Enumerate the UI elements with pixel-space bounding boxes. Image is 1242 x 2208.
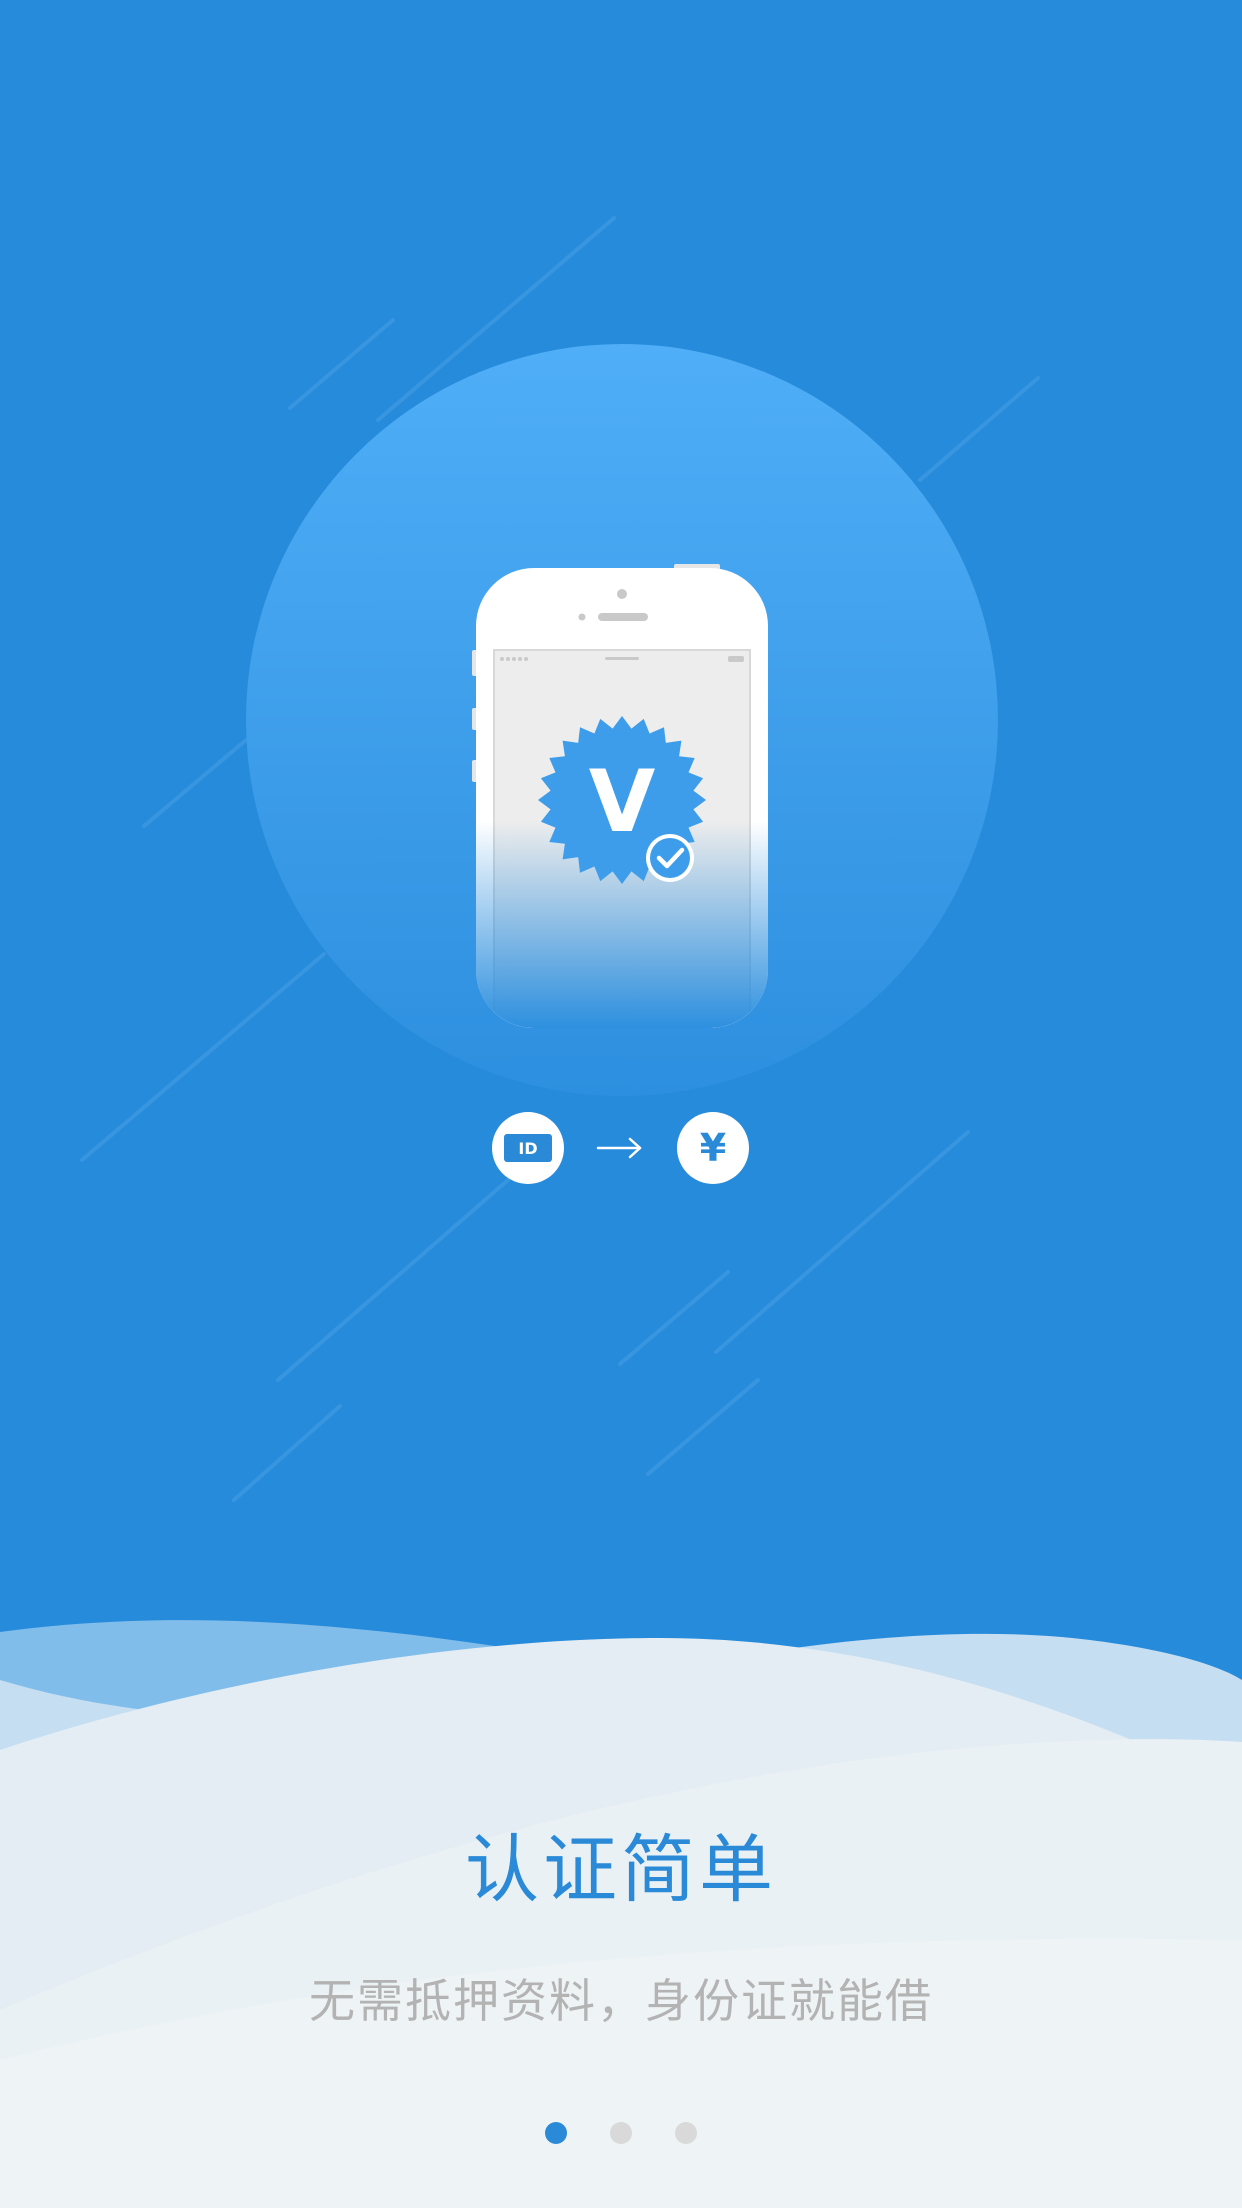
badge-letter: V [588,752,656,852]
onboarding-screen[interactable]: V ID ¥ 认证简单 无需抵押资料，身份证就能借 [0,0,1242,2208]
pagination-dots [0,2122,1242,2144]
page-title: 认证简单 [465,1827,777,1913]
id-card-icon: ID [492,1112,564,1184]
page-subtitle: 无需抵押资料，身份证就能借 [309,1974,933,2028]
page-dot-active[interactable] [545,2122,567,2144]
page-dot[interactable] [675,2122,697,2144]
page-dot[interactable] [610,2122,632,2144]
id-label: ID [504,1134,552,1162]
arrow-right-icon [596,1137,642,1159]
yuan-coin-icon: ¥ [677,1112,749,1184]
